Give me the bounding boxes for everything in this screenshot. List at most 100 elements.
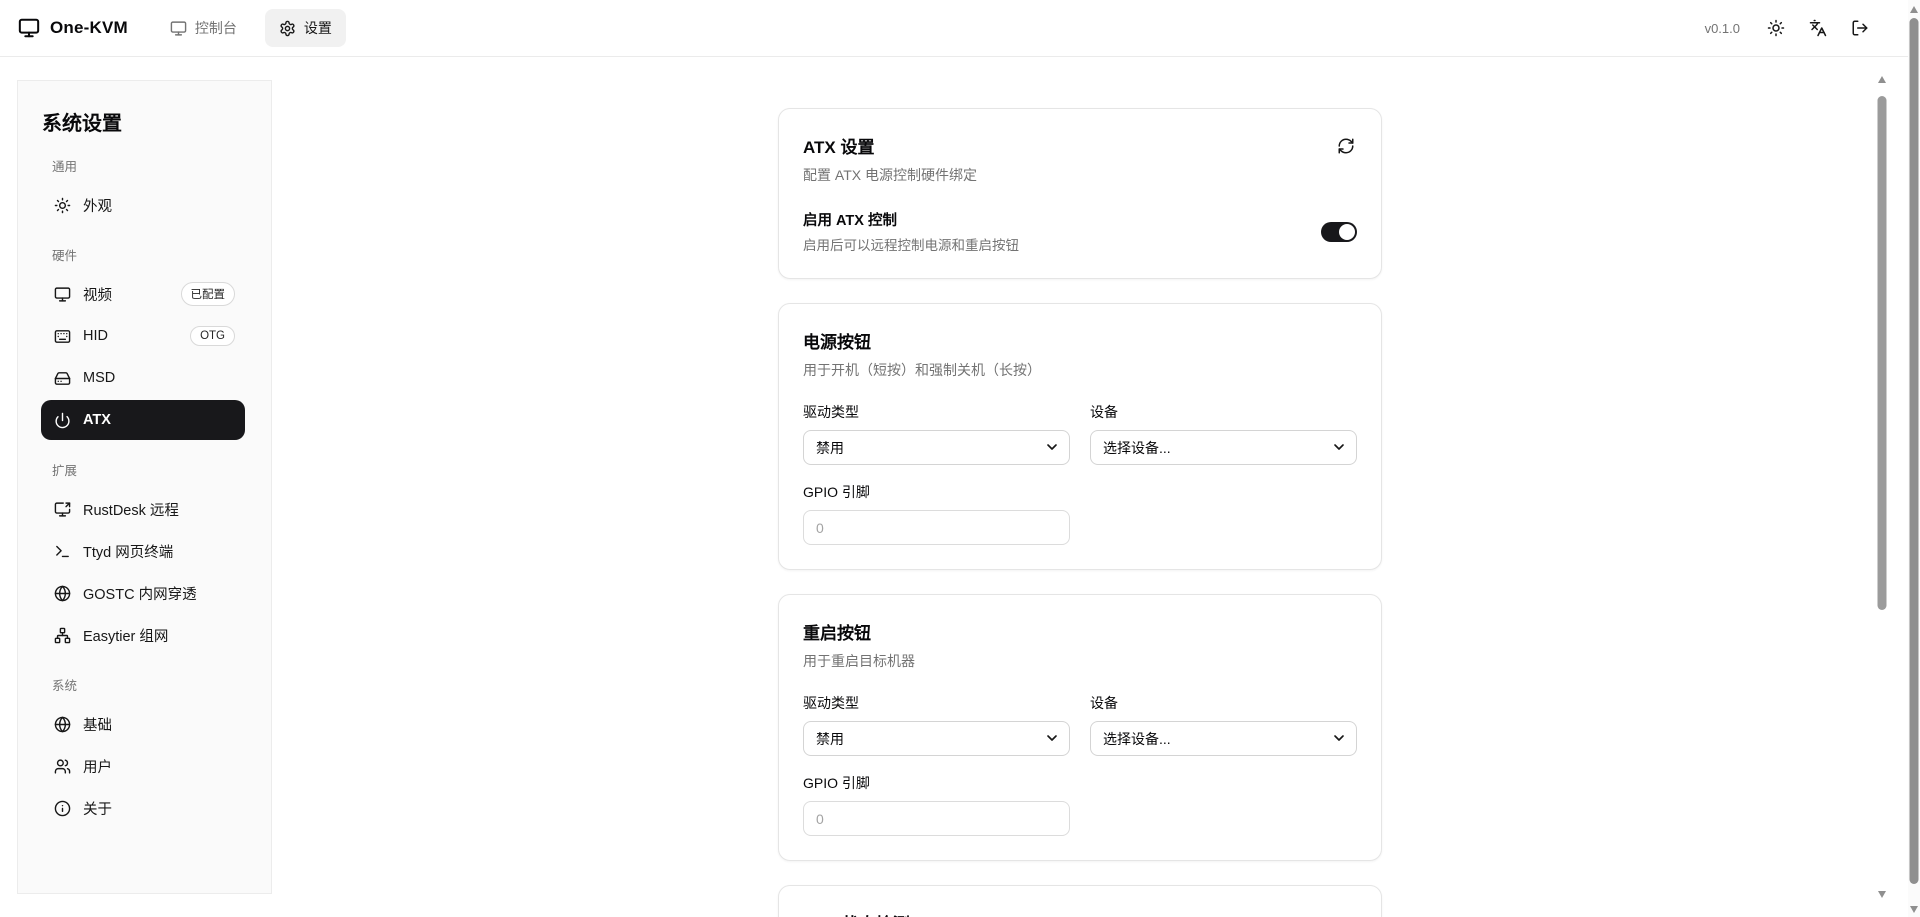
sidebar-item-label: Ttyd 网页终端 — [83, 541, 173, 562]
gear-icon — [279, 20, 296, 37]
sidebar-item-msd[interactable]: MSD — [41, 358, 245, 398]
sidebar-item-label: 关于 — [83, 798, 112, 819]
keyboard-icon — [54, 328, 71, 345]
sidebar-item-label: MSD — [83, 370, 115, 386]
scroll-up-arrow[interactable] — [1910, 6, 1918, 13]
sidebar-item-label: ATX — [83, 412, 111, 428]
section-label-general: 通用 — [52, 156, 271, 175]
section-label-system: 系统 — [52, 675, 271, 694]
sidebar-item-label: GOSTC 内网穿透 — [83, 583, 197, 604]
card-subtitle: 配置 ATX 电源控制硬件绑定 — [803, 165, 977, 185]
sun-icon — [54, 197, 71, 214]
content-scrollbar[interactable] — [1875, 70, 1888, 904]
power-device-select[interactable]: 选择设备... — [1090, 430, 1357, 465]
restart-device-select[interactable]: 选择设备... — [1090, 721, 1357, 756]
window-scrollbar[interactable] — [1908, 0, 1920, 917]
top-bar: One-KVM 控制台 设置 v0.1.0 — [0, 0, 1908, 57]
sidebar-item-label: RustDesk 远程 — [83, 499, 179, 520]
card-subtitle: 用于开机（短按）和强制关机（长按） — [803, 360, 1357, 380]
gpio-pin-label: GPIO 引脚 — [803, 482, 1070, 502]
sidebar-item-label: 视频 — [83, 284, 112, 305]
card-title: 电源按钮 — [803, 328, 1357, 353]
network-icon — [54, 627, 71, 644]
tab-console[interactable]: 控制台 — [156, 9, 251, 47]
sidebar-item-ttyd[interactable]: Ttyd 网页终端 — [41, 531, 245, 571]
sidebar-item-easytier[interactable]: Easytier 组网 — [41, 615, 245, 655]
refresh-icon — [1337, 137, 1355, 155]
scrollbar-thumb[interactable] — [1910, 18, 1919, 884]
status-badge: OTG — [190, 326, 235, 346]
section-label-hardware: 硬件 — [52, 245, 271, 264]
globe-icon — [54, 585, 71, 602]
scroll-down-arrow[interactable] — [1910, 906, 1918, 913]
scrollbar-thumb[interactable] — [1877, 96, 1886, 610]
sidebar-item-video[interactable]: 视频 已配置 — [41, 274, 245, 314]
gpio-pin-label: GPIO 引脚 — [803, 773, 1070, 793]
sidebar-item-label: 基础 — [83, 714, 112, 735]
scroll-down-arrow[interactable] — [1878, 891, 1886, 898]
monitor-icon — [18, 17, 40, 39]
status-badge: 已配置 — [181, 282, 236, 306]
sidebar-item-basic[interactable]: 基础 — [41, 704, 245, 744]
sidebar-item-label: HID — [83, 328, 108, 344]
sidebar-item-users[interactable]: 用户 — [41, 746, 245, 786]
version-label: v0.1.0 — [1705, 21, 1740, 36]
language-button[interactable] — [1800, 10, 1836, 46]
scroll-up-arrow[interactable] — [1878, 76, 1886, 83]
card-title: 重启按钮 — [803, 619, 1357, 644]
tab-settings[interactable]: 设置 — [265, 9, 346, 47]
device-label: 设备 — [1090, 693, 1357, 713]
page-title: 系统设置 — [42, 107, 271, 136]
card-title: LED 状态检测 — [803, 910, 1357, 917]
sidebar-item-appearance[interactable]: 外观 — [41, 185, 245, 225]
power-icon — [54, 412, 71, 429]
users-icon — [54, 758, 71, 775]
screen-share-icon — [54, 501, 71, 518]
device-label: 设备 — [1090, 402, 1357, 422]
toggle-label: 启用 ATX 控制 — [803, 209, 1019, 230]
app-logo: One-KVM — [18, 17, 128, 39]
sun-icon — [1767, 19, 1785, 37]
header-actions: v0.1.0 — [1705, 10, 1892, 46]
app-title: One-KVM — [50, 18, 128, 38]
power-gpio-input[interactable] — [803, 510, 1070, 545]
monitor-icon — [54, 286, 71, 303]
section-label-extensions: 扩展 — [52, 460, 271, 479]
sidebar-item-label: 用户 — [83, 756, 112, 777]
led-status-card: LED 状态检测 检测主机电源 LED 以确定电源状态（可选） — [778, 885, 1382, 917]
power-button-card: 电源按钮 用于开机（短按）和强制关机（长按） 驱动类型 禁用 设备 — [778, 303, 1382, 570]
driver-type-label: 驱动类型 — [803, 693, 1070, 713]
restart-gpio-input[interactable] — [803, 801, 1070, 836]
sidebar-item-rustdesk[interactable]: RustDesk 远程 — [41, 489, 245, 529]
logout-button[interactable] — [1842, 10, 1878, 46]
card-subtitle: 用于重启目标机器 — [803, 651, 1357, 671]
card-title: ATX 设置 — [803, 133, 977, 158]
sidebar-item-gostc[interactable]: GOSTC 内网穿透 — [41, 573, 245, 613]
refresh-button[interactable] — [1329, 129, 1363, 163]
sidebar-item-about[interactable]: 关于 — [41, 788, 245, 828]
atx-settings-card: ATX 设置 配置 ATX 电源控制硬件绑定 启用 ATX 控制 启用后可以远程… — [778, 108, 1382, 279]
sidebar-item-label: 外观 — [83, 195, 112, 216]
toggle-knob — [1339, 224, 1355, 240]
settings-content: ATX 设置 配置 ATX 电源控制硬件绑定 启用 ATX 控制 启用后可以远程… — [272, 57, 1888, 917]
sidebar-item-hid[interactable]: HID OTG — [41, 316, 245, 356]
languages-icon — [1809, 19, 1827, 37]
sidebar-item-label: Easytier 组网 — [83, 625, 168, 646]
theme-toggle-button[interactable] — [1758, 10, 1794, 46]
tab-console-label: 控制台 — [195, 18, 237, 38]
driver-type-label: 驱动类型 — [803, 402, 1070, 422]
globe-icon — [54, 716, 71, 733]
power-driver-select[interactable]: 禁用 — [803, 430, 1070, 465]
tab-settings-label: 设置 — [304, 18, 332, 38]
logout-icon — [1851, 19, 1869, 37]
settings-sidebar: 系统设置 通用 外观 硬件 视频 已配置 HID OTG MSD ATX 扩展 … — [17, 80, 272, 894]
hard-drive-icon — [54, 370, 71, 387]
toggle-description: 启用后可以远程控制电源和重启按钮 — [803, 234, 1019, 254]
terminal-icon — [54, 543, 71, 560]
restart-button-card: 重启按钮 用于重启目标机器 驱动类型 禁用 设备 选择 — [778, 594, 1382, 861]
restart-driver-select[interactable]: 禁用 — [803, 721, 1070, 756]
atx-enable-toggle[interactable] — [1321, 222, 1357, 242]
sidebar-item-atx[interactable]: ATX — [41, 400, 245, 440]
monitor-icon — [170, 20, 187, 37]
main-nav: 控制台 设置 — [156, 9, 346, 47]
